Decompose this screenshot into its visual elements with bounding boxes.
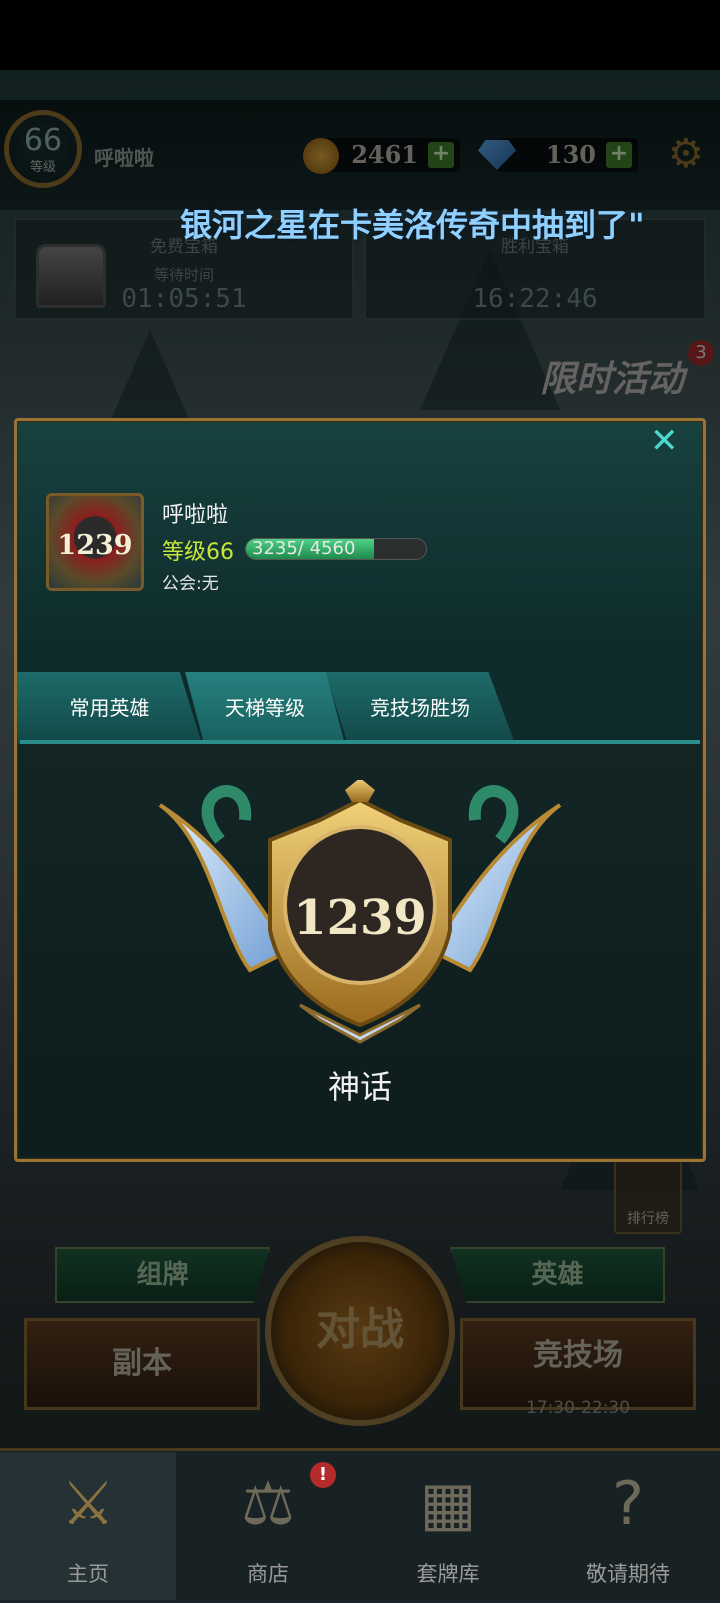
close-icon[interactable]: ✕: [650, 424, 679, 458]
profile-tabs: 常用英雄 竞技场胜场 天梯等级: [17, 672, 703, 744]
rank-rating: 1239: [293, 890, 427, 946]
nav-label: 套牌库: [416, 1562, 480, 1586]
avatar-rating: 1239: [57, 530, 133, 561]
nav-label: 主页: [67, 1562, 109, 1586]
player-avatar: 1239: [46, 493, 144, 591]
nav-label: 商店: [247, 1562, 289, 1586]
broadcast-ticker: 银河之星在卡美洛传奇中抽到了": [180, 206, 645, 244]
nav-home[interactable]: ⚔ 主页: [0, 1452, 176, 1600]
nav-coming-soon[interactable]: ? 敬请期待: [540, 1452, 716, 1600]
nav-label: 敬请期待: [586, 1562, 670, 1586]
scales-icon: ⚖: [241, 1469, 295, 1539]
rank-name: 神话: [327, 1068, 392, 1106]
tab-arena-wins[interactable]: 竞技场胜场: [325, 672, 515, 744]
cards-icon: ▦: [419, 1469, 477, 1539]
question-icon: ?: [612, 1469, 644, 1539]
profile-level: 等级66: [162, 540, 234, 565]
tab-favorite-heroes[interactable]: 常用英雄: [17, 672, 202, 744]
tab-ladder-rank[interactable]: 天梯等级: [185, 672, 345, 744]
profile-player-name: 呼啦啦: [162, 503, 229, 528]
xp-progress-text: 3235/ 4560: [252, 538, 356, 559]
guild-info: 公会:无: [162, 574, 219, 594]
swords-icon: ⚔: [61, 1469, 115, 1539]
nav-deck-library[interactable]: ▦ 套牌库: [360, 1452, 536, 1600]
shop-alert-badge: !: [310, 1462, 336, 1488]
